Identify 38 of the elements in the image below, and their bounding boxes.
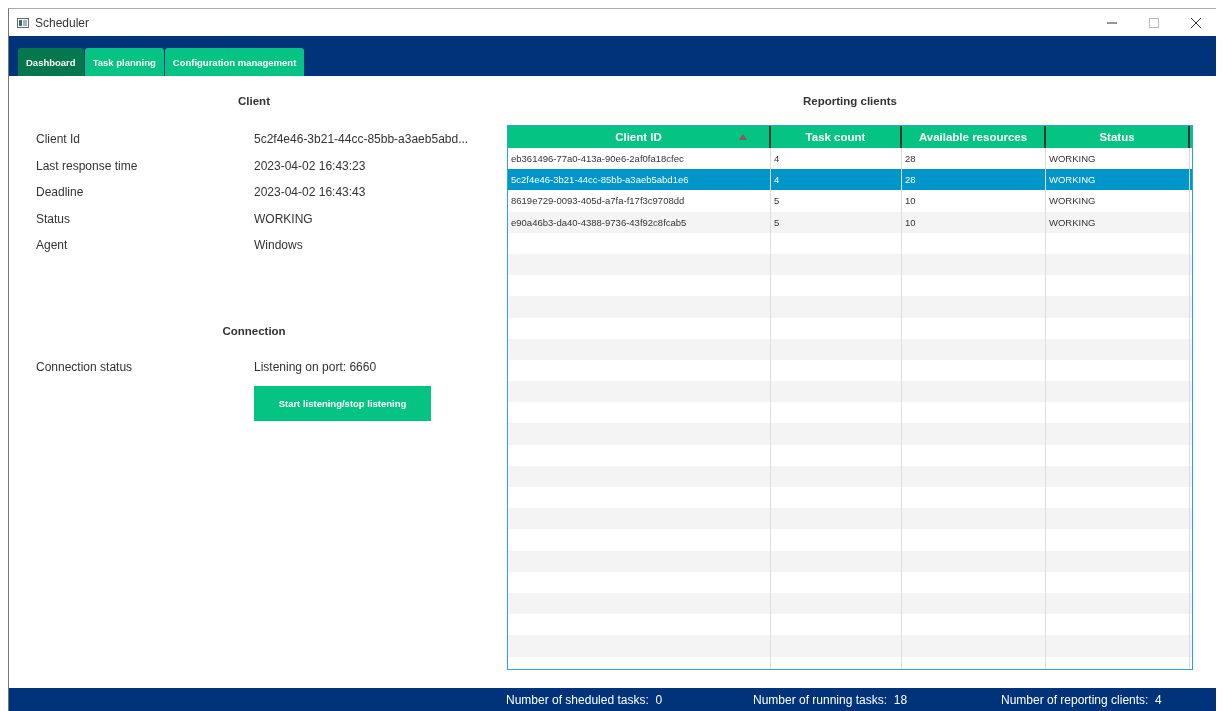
section-heading: Client [237, 95, 271, 107]
field-value: Windows [254, 238, 303, 253]
field-label: Deadline [36, 185, 85, 200]
field-label: Client Id [36, 132, 82, 147]
section-heading: Connection [221, 324, 287, 337]
field-label: Last response time [36, 158, 139, 173]
table-cell: 5 [771, 190, 902, 212]
app-icon [17, 17, 29, 28]
table-cell: 8619e729-0093-405d-a7fa-f17f3c9708dd [508, 190, 771, 212]
field-value: 5c2f4e46-3b21-44cc-85bb-a3aeb5abd... [254, 132, 469, 147]
tab[interactable]: Task planning [84, 48, 164, 76]
table-cell: WORKING [1046, 211, 1190, 233]
table-cell: 10 [902, 190, 1046, 212]
table-cell: 10 [902, 211, 1046, 233]
tab[interactable]: Dashboard [18, 48, 84, 76]
listen-toggle-button[interactable]: Start listening/stop listening [254, 385, 431, 421]
field-label: Connection status [36, 359, 134, 374]
table-cell: WORKING [1046, 190, 1190, 212]
field-value: 2023-04-02 16:43:43 [254, 185, 366, 200]
status-text: Number of sheduled tasks: 0 [506, 692, 664, 707]
table-row[interactable]: eb361496-77a0-413a-90e6-2af0fa18cfec 4 28 WORKING [508, 148, 1192, 170]
field-value: 2023-04-02 16:43:23 [254, 158, 366, 173]
status-text: Number of reporting clients: 4 [1001, 692, 1162, 707]
table-row[interactable]: e90a46b3-da40-4388-9736-43f92c8fcab5 5 10 WORKING [508, 211, 1192, 233]
status-text: Number of running tasks: 18 [753, 692, 909, 707]
tab[interactable]: Configuration management [164, 48, 305, 76]
field-value: Listening on port: 6660 [254, 359, 377, 374]
close-icon [1191, 17, 1201, 28]
field-label: Agent [36, 238, 69, 253]
table-cell: e90a46b3-da40-4388-9736-43f92c8fcab5 [508, 211, 771, 233]
table-cell: 5 [771, 211, 902, 233]
table-row[interactable]: 8619e729-0093-405d-a7fa-f17f3c9708dd 5 10 WORKING [508, 190, 1192, 212]
window-title: Scheduler [35, 15, 90, 30]
maximize-icon [1149, 17, 1159, 28]
section-heading: Reporting clients [802, 95, 898, 107]
table-row[interactable]: 5c2f4e46-3b21-44cc-85bb-a3aeb5abd1e6 4 28 WORKING [508, 169, 1192, 191]
field-label: Status [36, 211, 72, 226]
field-value: WORKING [254, 211, 313, 226]
